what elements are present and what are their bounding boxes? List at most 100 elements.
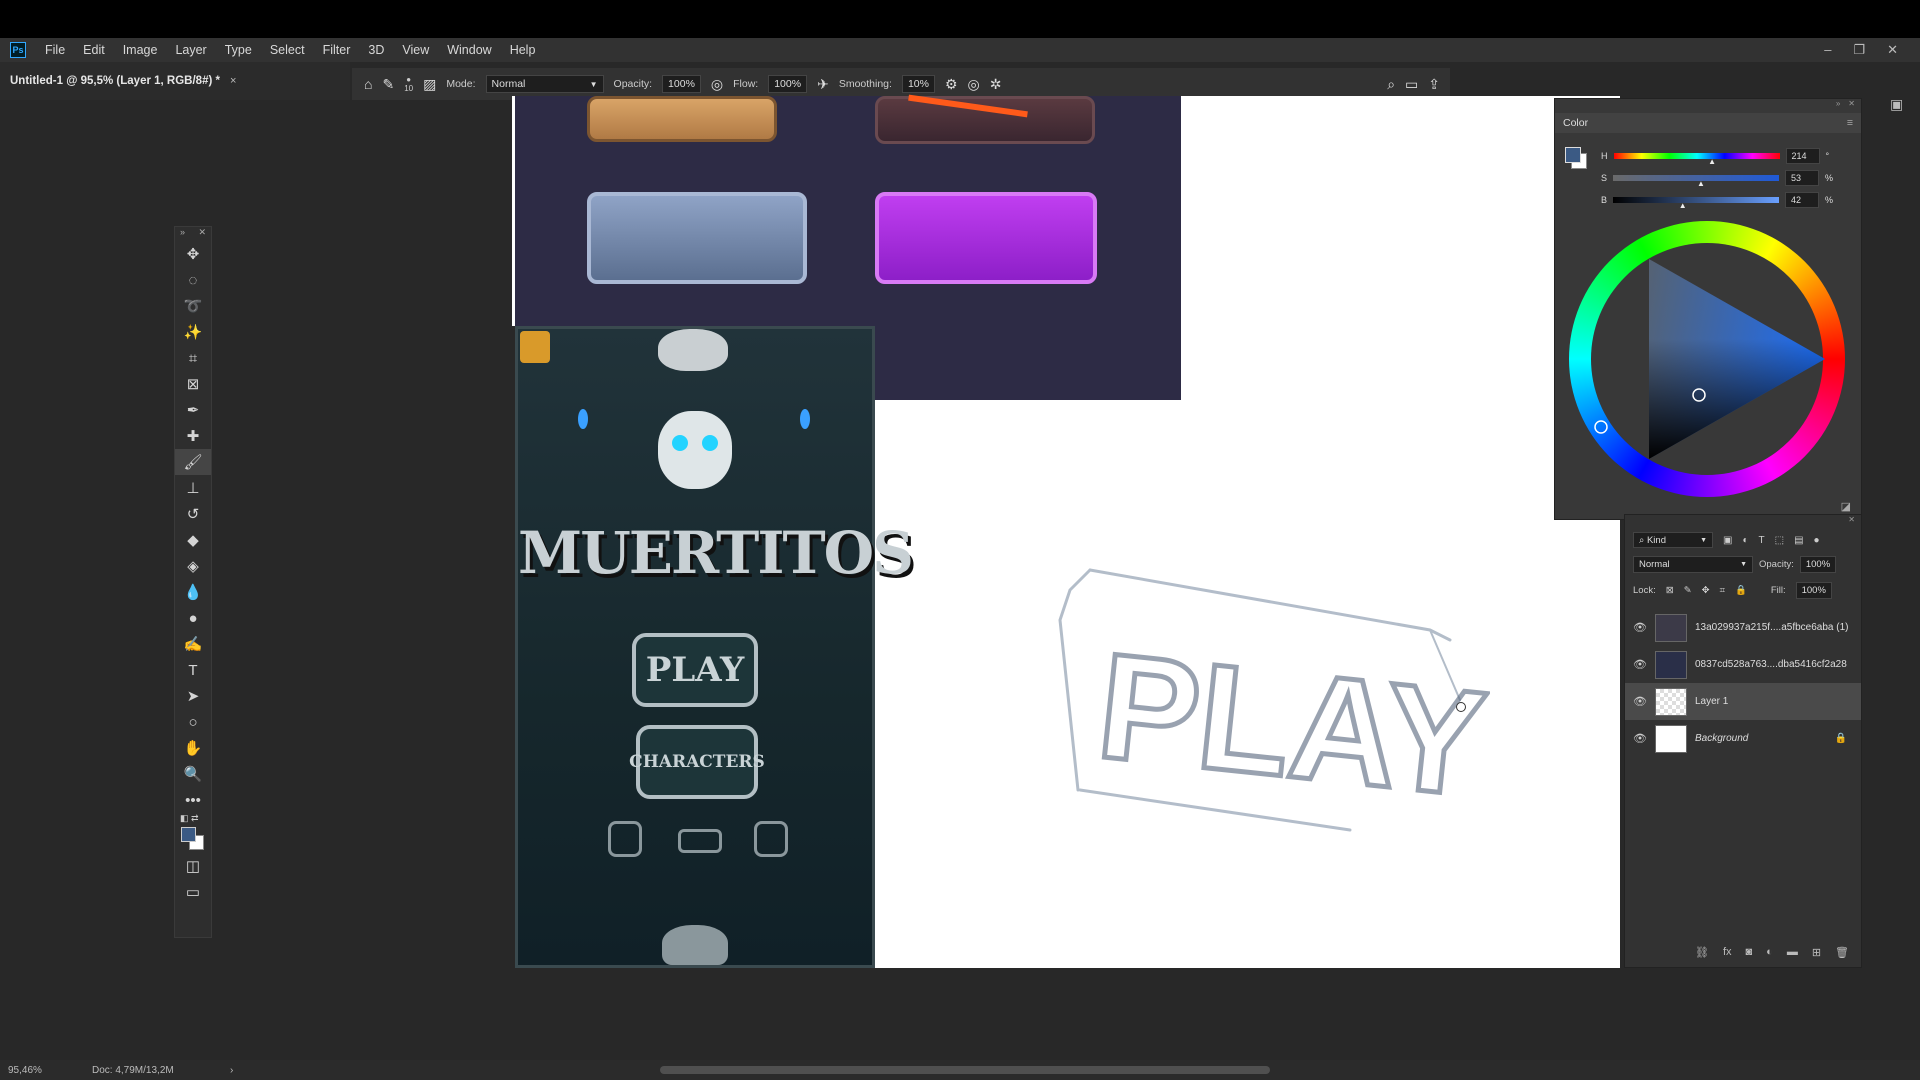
layers-panel-close-icon[interactable]: ✕ — [1848, 515, 1855, 529]
brush-settings-icon[interactable]: ▨ — [423, 76, 436, 93]
stamp-tool-icon[interactable]: ⊥ — [175, 475, 211, 501]
lock-brush-icon[interactable]: ✎ — [1684, 585, 1692, 596]
ellipse-tool-icon[interactable]: ○ — [175, 709, 211, 735]
brush-size-picker[interactable]: ● 10 — [404, 75, 413, 93]
smoothing-input[interactable]: 10% — [901, 75, 935, 93]
link-layers-icon[interactable]: ⛓ — [1695, 946, 1709, 959]
symmetry-icon[interactable]: ✲ — [990, 76, 1002, 93]
panel-close-icon[interactable]: ✕ — [1848, 99, 1855, 113]
healing-tool-icon[interactable]: ✚ — [175, 423, 211, 449]
search-icon[interactable]: ⌕ — [1387, 76, 1395, 93]
new-layer-icon[interactable]: ⊞ — [1812, 946, 1821, 959]
eyedropper-tool-icon[interactable]: ✒ — [175, 397, 211, 423]
menu-type[interactable]: Type — [216, 38, 261, 62]
panel-collapse-icon[interactable]: » — [1836, 99, 1840, 113]
menu-file[interactable]: File — [36, 38, 74, 62]
panel-grip-icon[interactable]: » — [180, 227, 185, 241]
pressure-size-icon[interactable]: ◎ — [968, 76, 980, 93]
menu-filter[interactable]: Filter — [314, 38, 360, 62]
brush-preset-icon[interactable]: ✎ — [382, 76, 394, 93]
brightness-slider[interactable]: ▲ — [1613, 197, 1780, 210]
history-brush-tool-icon[interactable]: ↺ — [175, 501, 211, 527]
filter-shape-icon[interactable]: ⬚ — [1775, 535, 1784, 546]
b-input[interactable]: 42 — [1785, 192, 1820, 208]
h-input[interactable]: 214 — [1785, 148, 1820, 164]
panel-collapse-icon[interactable]: ▣ — [1890, 96, 1920, 126]
fx-icon[interactable]: fx — [1723, 946, 1732, 959]
more-tools-icon[interactable]: ••• — [175, 787, 211, 813]
layer-row[interactable]: 👁 13a029937a215f....a5fbce6aba (1) — [1625, 609, 1861, 646]
marquee-tool-icon[interactable]: ◌ — [175, 267, 211, 293]
filter-adjust-icon[interactable]: ◐ — [1742, 535, 1748, 546]
saturation-knob-icon[interactable]: ▲ — [1697, 179, 1705, 188]
menu-edit[interactable]: Edit — [74, 38, 114, 62]
eye-icon[interactable]: 👁 — [1633, 621, 1647, 634]
menu-select[interactable]: Select — [261, 38, 314, 62]
s-input[interactable]: 53 — [1785, 170, 1820, 186]
pressure-opacity-icon[interactable]: ◎ — [711, 76, 723, 93]
blend-mode-select[interactable]: Normal ▼ — [1633, 555, 1753, 573]
color-swatch-pair[interactable] — [1565, 147, 1587, 169]
close-icon[interactable]: ✕ — [1887, 42, 1898, 58]
default-colors-icon[interactable]: ◧ ⇄ — [180, 813, 199, 824]
dodge-tool-icon[interactable]: ● — [175, 605, 211, 631]
status-arrow-icon[interactable]: › — [222, 1065, 233, 1076]
restore-icon[interactable]: ❐ — [1853, 42, 1865, 58]
crop-tool-icon[interactable]: ⌗ — [175, 345, 211, 371]
airbrush-icon[interactable]: ✈ — [817, 76, 829, 93]
menu-3d[interactable]: 3D — [359, 38, 393, 62]
add-mask-icon[interactable]: ◙ — [1746, 946, 1753, 959]
lock-pixels-icon[interactable]: ⊠ — [1666, 585, 1674, 596]
brightness-knob-icon[interactable]: ▲ — [1679, 201, 1687, 210]
menu-layer[interactable]: Layer — [166, 38, 215, 62]
minimize-icon[interactable]: – — [1824, 42, 1831, 58]
brush-tool-icon[interactable]: 🖌 — [175, 449, 211, 475]
color-wheel[interactable] — [1569, 221, 1845, 497]
document-tab[interactable]: Untitled-1 @ 95,5% (Layer 1, RGB/8#) * × — [0, 62, 350, 100]
screen-mode-icon[interactable]: ▭ — [175, 879, 211, 905]
menu-image[interactable]: Image — [114, 38, 167, 62]
menu-help[interactable]: Help — [501, 38, 545, 62]
layer-opacity-input[interactable]: 100% — [1799, 555, 1837, 573]
trash-icon[interactable]: 🗑 — [1835, 946, 1849, 959]
pen-tool-icon[interactable]: ✍ — [175, 631, 211, 657]
filter-pixel-icon[interactable]: ▣ — [1723, 535, 1732, 546]
lock-position-icon[interactable]: ✥ — [1702, 585, 1710, 596]
color-triangle[interactable] — [1569, 221, 1845, 497]
path-select-tool-icon[interactable]: ➤ — [175, 683, 211, 709]
panel-close-icon[interactable]: ✕ — [198, 227, 206, 241]
lasso-tool-icon[interactable]: ➰ — [175, 293, 211, 319]
mode-select[interactable]: Normal ▼ — [485, 75, 604, 93]
magic-wand-tool-icon[interactable]: ✨ — [175, 319, 211, 345]
panel-fg-swatch[interactable] — [1565, 147, 1581, 163]
gear-icon[interactable]: ⚙ — [945, 76, 958, 93]
layer-filter-select[interactable]: ⌕ Kind ▼ — [1633, 532, 1713, 548]
fill-input[interactable]: 100% — [1795, 581, 1832, 599]
foreground-color-swatch[interactable] — [181, 827, 196, 842]
lock-artboard-icon[interactable]: ⌗ — [1720, 585, 1725, 596]
hand-tool-icon[interactable]: ✋ — [175, 735, 211, 761]
lock-all-icon[interactable]: 🔒 — [1735, 585, 1747, 596]
type-tool-icon[interactable]: T — [175, 657, 211, 683]
layer-row[interactable]: 👁 Background 🔒 — [1625, 720, 1861, 757]
zoom-level[interactable]: 95,46% — [0, 1065, 92, 1076]
saturation-slider[interactable]: ▲ — [1613, 175, 1780, 188]
adjustment-layer-icon[interactable]: ◐ — [1766, 946, 1773, 959]
filter-type-icon[interactable]: T — [1759, 535, 1765, 546]
opacity-input[interactable]: 100% — [662, 75, 701, 93]
flow-input[interactable]: 100% — [768, 75, 808, 93]
home-icon[interactable]: ⌂ — [364, 76, 372, 92]
filter-smart-icon[interactable]: ▤ — [1794, 535, 1803, 546]
filter-toggle-icon[interactable]: ● — [1814, 535, 1820, 546]
eraser-tool-icon[interactable]: ◆ — [175, 527, 211, 553]
hue-knob-icon[interactable]: ▲ — [1708, 157, 1716, 166]
color-panel-tab[interactable]: Color — [1563, 117, 1588, 129]
frame-tool-icon[interactable]: ⊠ — [175, 371, 211, 397]
layer-row-selected[interactable]: 👁 Layer 1 — [1625, 683, 1861, 720]
color-panel-menu-icon[interactable]: ◪ — [1841, 500, 1851, 513]
new-group-icon[interactable]: ▬ — [1787, 946, 1798, 959]
panel-menu-icon[interactable]: ≡ — [1847, 117, 1861, 129]
workspace-icon[interactable]: ▭ — [1405, 76, 1418, 93]
menu-window[interactable]: Window — [438, 38, 500, 62]
zoom-tool-icon[interactable]: 🔍 — [175, 761, 211, 787]
